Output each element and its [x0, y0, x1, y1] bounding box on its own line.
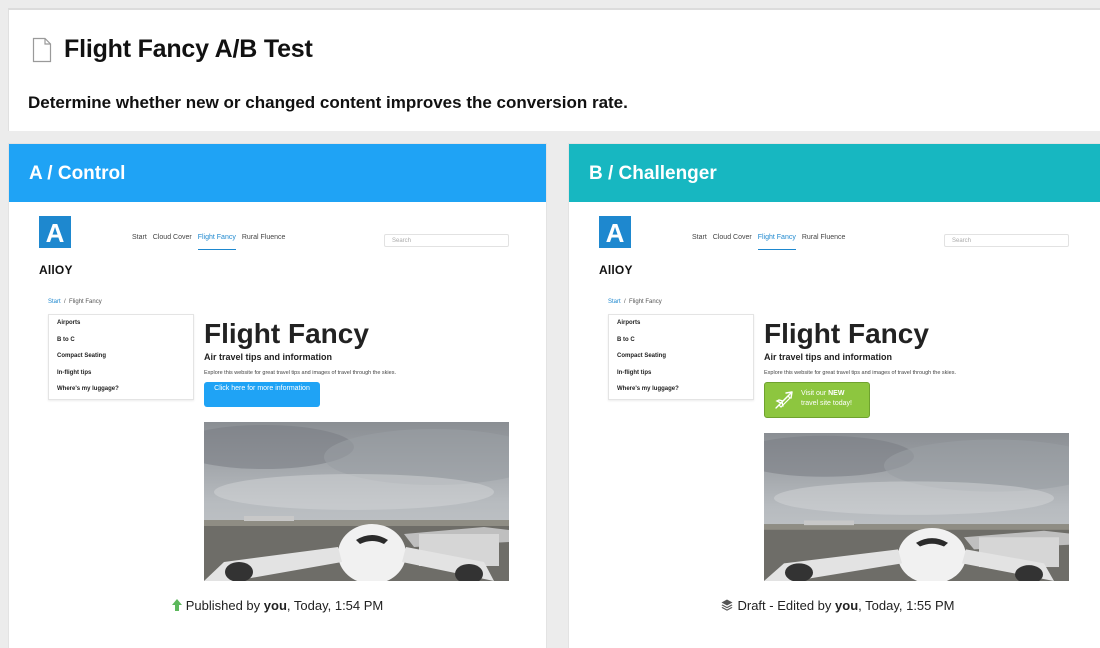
breadcrumb-start: Start	[608, 299, 621, 305]
status-text: Draft - Edited by	[737, 598, 836, 613]
breadcrumb-current: Flight Fancy	[629, 299, 662, 305]
nav-item-flight-fancy: Flight Fancy	[197, 234, 236, 250]
status-text: Published by	[185, 598, 264, 613]
site-nav: Start Cloud Cover Flight Fancy Rural Flu…	[132, 234, 291, 250]
breadcrumb: Start / Flight Fancy	[48, 299, 102, 305]
nav-item-rural-fluence: Rural Fluence	[241, 234, 286, 241]
site-description: Explore this website for great travel ti…	[764, 370, 956, 376]
variant-b-preview[interactable]: A AllOY Start Cloud Cover Flight Fancy R…	[569, 202, 1100, 582]
variant-b-header: B / Challenger	[569, 144, 1100, 202]
nav-item-flight-fancy: Flight Fancy	[757, 234, 796, 250]
airplane-photo	[204, 422, 509, 581]
breadcrumb-separator: /	[624, 299, 626, 305]
status-time: , Today, 1:54 PM	[286, 598, 384, 613]
title-row: Flight Fancy A/B Test	[32, 35, 313, 64]
site-nav: Start Cloud Cover Flight Fancy Rural Flu…	[692, 234, 851, 250]
menu-item: Where's my luggage?	[617, 386, 679, 393]
menu-item: Airports	[57, 320, 81, 326]
page-subtitle: Determine whether new or changed content…	[28, 93, 628, 112]
variant-a-header: A / Control	[9, 144, 546, 202]
cta-button: Click here for more information	[204, 382, 320, 407]
cta-text-prefix: Visit our	[801, 390, 829, 397]
site-search: Search	[944, 234, 1069, 247]
site-search: Search	[384, 234, 509, 247]
page-header: Flight Fancy A/B Test Determine whether …	[8, 10, 1100, 131]
layers-icon	[721, 599, 733, 611]
menu-item: In-flight tips	[57, 369, 92, 376]
nav-item-start: Start	[692, 234, 707, 241]
nav-item-rural-fluence: Rural Fluence	[801, 234, 846, 241]
menu-item: Where's my luggage?	[57, 386, 119, 393]
cta-text-line2: travel site today!	[801, 400, 852, 407]
site-description: Explore this website for great travel ti…	[204, 370, 396, 376]
site-side-menu: Airports B to C Compact Seating In-fligh…	[48, 314, 194, 400]
alloy-logo: A	[39, 216, 71, 248]
menu-item: B to C	[57, 336, 75, 343]
site-subtitle: Air travel tips and information	[204, 352, 333, 362]
alloy-logo: A	[599, 216, 631, 248]
breadcrumb-current: Flight Fancy	[69, 299, 102, 305]
variant-b-status: Draft - Edited by you, Today, 1:55 PM	[569, 598, 1100, 613]
cta-text-bold: NEW	[828, 390, 845, 397]
variant-a-status: Published by you, Today, 1:54 PM	[9, 598, 546, 613]
site-side-menu: Airports B to C Compact Seating In-fligh…	[608, 314, 754, 400]
nav-item-cloud-cover: Cloud Cover	[712, 234, 752, 241]
menu-item: In-flight tips	[617, 369, 652, 376]
logo-wordmark: AllOY	[599, 263, 633, 277]
variant-a-card[interactable]: A / Control A AllOY Start Cloud Cover Fl…	[8, 143, 547, 648]
variant-a-preview[interactable]: A AllOY Start Cloud Cover Flight Fancy R…	[9, 202, 546, 582]
menu-item: Airports	[617, 320, 641, 326]
breadcrumb-start: Start	[48, 299, 61, 305]
airplane-icon	[775, 391, 793, 409]
document-icon	[32, 37, 52, 62]
site-subtitle: Air travel tips and information	[764, 352, 893, 362]
nav-item-start: Start	[132, 234, 147, 241]
menu-item: Compact Seating	[57, 353, 107, 360]
breadcrumb-separator: /	[64, 299, 66, 305]
page-title: Flight Fancy A/B Test	[64, 35, 313, 63]
status-user: you	[835, 598, 859, 613]
airplane-photo	[764, 433, 1069, 581]
status-time: , Today, 1:55 PM	[858, 598, 955, 613]
logo-wordmark: AllOY	[39, 263, 73, 277]
menu-item: Compact Seating	[617, 353, 667, 360]
nav-item-cloud-cover: Cloud Cover	[152, 234, 192, 241]
status-user: you	[263, 598, 287, 613]
breadcrumb: Start / Flight Fancy	[608, 299, 662, 305]
variant-b-card[interactable]: B / Challenger A AllOY Start Cloud Cover…	[568, 143, 1100, 648]
cta-button: Visit our NEW travel site today!	[764, 382, 870, 418]
site-title: Flight Fancy	[764, 318, 929, 349]
site-title: Flight Fancy	[204, 318, 369, 349]
menu-item: B to C	[617, 336, 635, 343]
arrow-up-icon	[171, 599, 182, 611]
